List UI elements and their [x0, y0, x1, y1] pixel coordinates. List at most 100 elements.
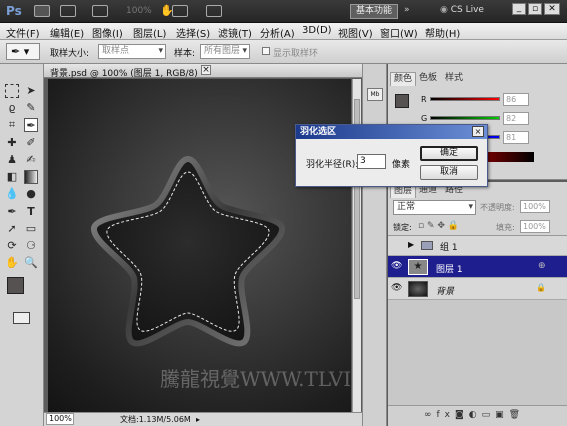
gradient-tool-icon[interactable] [24, 170, 38, 184]
menu-image[interactable]: 图像(I) [92, 25, 123, 40]
workspace-button[interactable]: 基本功能 [350, 4, 398, 19]
cslive-button[interactable]: ◉ CS Live [440, 5, 484, 15]
mask-icon[interactable]: ◙ [455, 410, 469, 420]
status-zoom[interactable]: 100% [46, 413, 74, 425]
healing-brush-tool-icon[interactable]: ✚ [5, 136, 19, 150]
channel-g-slider[interactable] [430, 116, 500, 120]
move-tool-icon[interactable]: ➤ [24, 84, 38, 98]
3d-rotate-tool-icon[interactable]: ⟳ [5, 239, 19, 253]
layer-row-group[interactable]: ▶ 组 1 [388, 236, 567, 256]
mini-bridge-panel-icon[interactable]: Mb [367, 88, 383, 101]
history-brush-tool-icon[interactable]: ✍ [24, 153, 38, 167]
layer-name-layer1: 图层 1 [436, 265, 463, 275]
menu-window[interactable]: 窗口(W) [380, 25, 418, 40]
layer-row-background[interactable]: 👁 背景 🔒 [388, 278, 567, 300]
menu-file[interactable]: 文件(F) [6, 25, 40, 40]
adjustment-icon[interactable]: ◐ [469, 410, 482, 420]
fill-label: 填充: [496, 223, 515, 232]
dialog-close-button[interactable]: × [472, 126, 484, 137]
dodge-tool-icon[interactable]: ● [24, 187, 38, 201]
menu-3d[interactable]: 3D(D) [302, 25, 332, 36]
ok-button[interactable]: 确定 [420, 146, 478, 161]
layer-options-icon[interactable]: ⊕ [538, 261, 546, 271]
panel-dock-icons: Mb [362, 64, 387, 426]
quick-selection-tool-icon[interactable]: ✎ [24, 101, 38, 115]
sample-select[interactable]: 所有图层 [200, 44, 250, 59]
zoom-tool-icon[interactable]: 🔍 [24, 256, 38, 270]
channel-r-slider[interactable] [430, 97, 500, 101]
foreground-color-swatch[interactable] [7, 277, 24, 294]
cancel-button[interactable]: 取消 [420, 165, 478, 180]
fill-value[interactable]: 100% [520, 220, 550, 233]
layers-panel: 图层 通道 路径 正常 不透明度: 100% 锁定: ▫ ✎ ✥ 🔒 填充: 1… [388, 182, 567, 426]
type-tool-icon[interactable]: T [24, 205, 38, 219]
clone-stamp-tool-icon[interactable]: ♟ [5, 153, 19, 167]
quick-mask-icon[interactable] [13, 312, 30, 324]
crop-tool-icon[interactable]: ⌗ [5, 118, 19, 132]
color-fg-swatch[interactable] [395, 94, 409, 108]
visibility-off-icon[interactable] [392, 240, 402, 250]
document-tab[interactable]: 背景.psd @ 100% (图层 1, RGB/8) * × [44, 64, 362, 79]
tab-swatches[interactable]: 色板 [416, 72, 440, 86]
brush-tool-icon[interactable]: ✐ [24, 136, 38, 150]
bridge-icon[interactable] [34, 5, 50, 17]
star-shape [91, 155, 285, 347]
feather-radius-input[interactable]: 3 [357, 154, 386, 169]
close-button[interactable]: ✕ [544, 3, 560, 15]
expand-group-icon[interactable]: ▶ [408, 240, 414, 249]
menu-select[interactable]: 选择(S) [176, 25, 210, 40]
lock-icons[interactable]: ▫ ✎ ✥ 🔒 [418, 221, 459, 231]
marquee-tool-icon[interactable] [5, 84, 19, 98]
hand-tool-icon[interactable]: ✋ [5, 256, 19, 270]
visibility-icon[interactable]: 👁 [391, 283, 402, 293]
feather-radius-label: 羽化半径(R): [306, 160, 359, 170]
blur-tool-icon[interactable]: 💧 [5, 187, 19, 201]
sample-size-select[interactable]: 取样点 [98, 44, 166, 59]
toolbox: ➤ ϱ ✎ ⌗ ✒ ✚ ✐ ♟ ✍ ◧ 💧 ● ✒ T ➚ ▭ ⟳ ⚆ ✋ 🔍 [0, 64, 44, 426]
visibility-icon[interactable]: 👁 [391, 261, 402, 271]
unit-label: 像素 [392, 160, 411, 170]
view-extras-icon[interactable] [92, 5, 108, 17]
link-layers-icon[interactable]: ∞ [424, 410, 437, 420]
menu-layer[interactable]: 图层(L) [133, 25, 166, 40]
arrange-documents-icon[interactable] [172, 5, 188, 17]
channel-r-value[interactable]: 86 [503, 93, 529, 106]
eyedropper-tool-icon[interactable]: ✒ [24, 118, 38, 132]
opacity-value[interactable]: 100% [520, 200, 550, 213]
zoom-level[interactable]: 100% [126, 6, 152, 16]
menu-analysis[interactable]: 分析(A) [260, 25, 295, 40]
tab-styles[interactable]: 样式 [442, 72, 466, 86]
minibridge-icon[interactable] [60, 5, 76, 17]
path-selection-tool-icon[interactable]: ➚ [5, 222, 19, 236]
channel-b-value[interactable]: 81 [503, 131, 529, 144]
pen-tool-icon[interactable]: ✒ [5, 205, 19, 219]
restore-button[interactable]: ▫ [528, 3, 542, 15]
feather-selection-dialog: 羽化选区 × 羽化半径(R): 3 像素 确定 取消 [295, 124, 488, 187]
lasso-tool-icon[interactable]: ϱ [5, 101, 19, 115]
menu-view[interactable]: 视图(V) [338, 25, 373, 40]
show-ring-checkbox[interactable] [262, 47, 270, 55]
shape-tool-icon[interactable]: ▭ [24, 222, 38, 236]
cslive-icon: ◉ [440, 5, 448, 15]
fx-icon[interactable]: fx [437, 410, 456, 420]
new-layer-icon[interactable]: ▣ [495, 410, 509, 420]
menu-edit[interactable]: 编辑(E) [50, 25, 84, 40]
blend-mode-select[interactable]: 正常 [393, 200, 476, 215]
status-bar: 100% 文档:1.13M/5.06M ▸ [44, 412, 362, 426]
layer-row-layer1[interactable]: 👁 ★ 图层 1 ⊕ [388, 256, 567, 278]
minimize-button[interactable]: _ [512, 3, 526, 15]
screen-mode-icon[interactable] [206, 5, 222, 17]
status-menu-icon[interactable]: ▸ [196, 413, 200, 426]
options-bar: ✒ ▾ 取样大小: 取样点 样本: 所有图层 显示取样环 [0, 40, 567, 64]
delete-layer-icon[interactable]: 🗑 [509, 410, 525, 420]
tab-color[interactable]: 颜色 [390, 72, 417, 86]
channel-g-value[interactable]: 82 [503, 112, 529, 125]
expand-icon[interactable]: » [404, 5, 410, 15]
new-group-icon[interactable]: ▭ [482, 410, 496, 420]
menu-filter[interactable]: 滤镜(T) [218, 25, 252, 40]
eyedropper-preset-icon[interactable]: ✒ ▾ [6, 43, 40, 60]
3d-orbit-tool-icon[interactable]: ⚆ [24, 239, 38, 253]
eraser-tool-icon[interactable]: ◧ [5, 170, 19, 184]
menu-help[interactable]: 帮助(H) [425, 25, 460, 40]
close-tab-icon[interactable]: × [201, 65, 211, 75]
